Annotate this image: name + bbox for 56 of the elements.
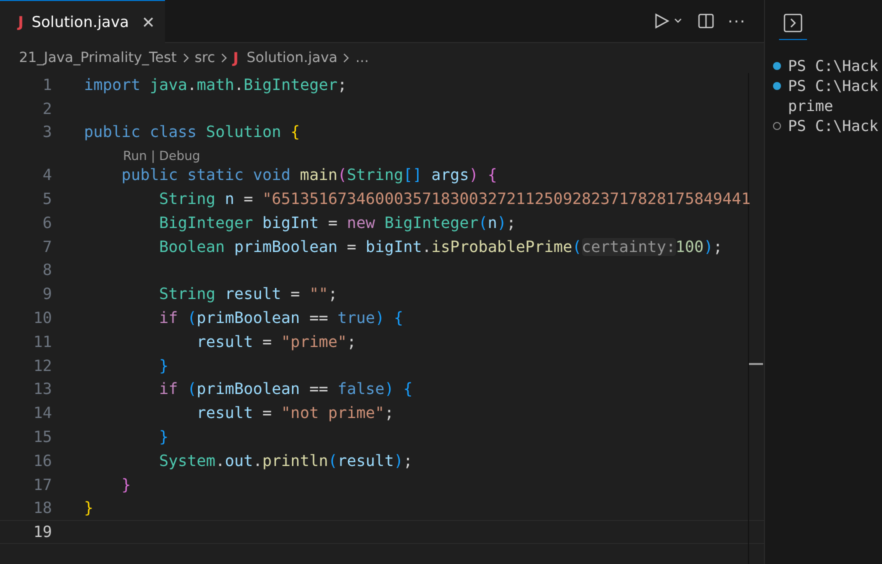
line-number: 5 (42, 190, 52, 208)
editor-tab[interactable]: J Solution.java ✕ (0, 0, 165, 43)
line-number: 12 (32, 356, 52, 375)
code-line: BigInteger bigInt = new BigInteger(n); (158, 214, 516, 232)
breadcrumb-item[interactable]: ... (355, 50, 369, 66)
code-lens[interactable]: Run | Debug (123, 148, 200, 164)
java-file-icon: J (18, 13, 24, 31)
code-line: if (primBoolean == false) { (158, 380, 413, 398)
chevron-icon (180, 52, 191, 64)
terminal-line: PS C:\Hack (788, 77, 878, 95)
breadcrumb-item[interactable]: J Solution.java (233, 49, 338, 67)
terminal-line: PS C:\Hack (788, 117, 878, 135)
line-number: 17 (32, 476, 52, 494)
line-number: 11 (32, 332, 52, 351)
code-line: } (84, 499, 94, 518)
code-line: Boolean primBoolean = bigInt.isProbablePrime(certainty:100); (158, 238, 722, 256)
code-line: import java.math.BigInteger; (84, 76, 347, 94)
line-number: 2 (42, 100, 52, 118)
line-number: 13 (32, 380, 52, 398)
line-number: 8 (42, 261, 52, 280)
code-line: if (primBoolean == true) { (158, 309, 404, 328)
chevron-icon (341, 52, 352, 64)
terminal-line: PS C:\Hack (788, 57, 878, 75)
line-number: 1 (42, 76, 52, 94)
code-line: String result = ""; (158, 285, 338, 304)
run-icon[interactable] (654, 13, 684, 29)
line-number: 7 (42, 238, 52, 256)
breadcrumb-item[interactable]: 21_Java_Primality_Test (19, 50, 177, 66)
terminal-line: prime (788, 97, 834, 115)
line-number: 4 (42, 166, 52, 184)
line-number: 14 (32, 404, 52, 422)
code-line: public class Solution { (84, 123, 300, 142)
java-file-icon: J (233, 49, 239, 67)
line-number: 18 (32, 499, 52, 518)
code-line: } (158, 356, 168, 375)
line-number: 15 (32, 428, 52, 446)
code-line: public static void main(String[] args) { (120, 166, 498, 184)
line-number: 3 (42, 123, 52, 142)
terminal-icon (783, 13, 803, 33)
line-number: 10 (32, 309, 52, 328)
line-number: 16 (32, 452, 52, 470)
close-icon[interactable]: ✕ (142, 12, 155, 32)
code-line: String n = "651351673460003571830032721125092823717828175849441 (158, 190, 751, 208)
split-editor-icon[interactable] (698, 13, 714, 29)
code-line: } (158, 428, 168, 446)
more-actions-icon[interactable]: ··· (728, 12, 746, 30)
code-line: System.out.println(result); (158, 452, 413, 470)
line-number: 9 (42, 285, 52, 304)
chevron-icon (219, 52, 230, 64)
code-line: result = "prime"; (196, 332, 356, 351)
breadcrumb-item[interactable]: src (194, 50, 216, 66)
line-number: 6 (42, 214, 52, 232)
terminal-tab[interactable] (779, 13, 807, 40)
line-number: 19 (32, 523, 52, 542)
code-line: result = "not prime"; (196, 404, 394, 422)
code-line: } (120, 476, 131, 494)
